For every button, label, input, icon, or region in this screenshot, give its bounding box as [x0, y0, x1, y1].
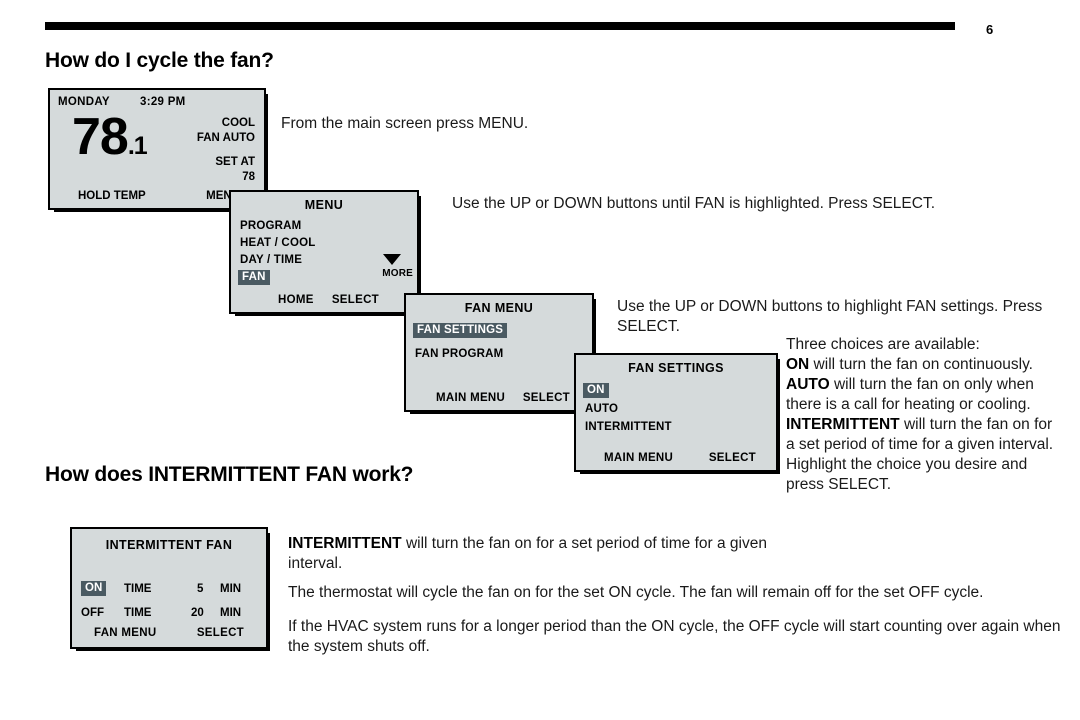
menu-softkey-home[interactable]: HOME: [278, 294, 314, 306]
header-rule: [45, 22, 955, 30]
temp-whole: 78: [72, 108, 129, 166]
menu-item-program[interactable]: PROGRAM: [240, 220, 301, 232]
menu-item-day-time[interactable]: DAY / TIME: [240, 254, 302, 266]
chevron-down-icon: [383, 254, 401, 265]
main-time-label: 3:29 PM: [140, 96, 186, 108]
fan-menu-title: FAN MENU: [464, 301, 534, 315]
page-number: 6: [986, 22, 994, 37]
menu-more-label: MORE: [382, 268, 413, 279]
choice-intermittent-label: INTERMITTENT: [786, 416, 900, 433]
menu-title: MENU: [304, 198, 344, 212]
choice-on-text: will turn the fan on continuously.: [809, 356, 1033, 373]
thermostat-fan-menu-screen: FAN MENU FAN SETTINGS FAN PROGRAM MAIN M…: [404, 293, 596, 414]
menu-item-label-highlighted: FAN: [238, 270, 270, 286]
choice-auto-label: AUTO: [786, 376, 830, 393]
fan-settings-softkey-main-menu[interactable]: MAIN MENU: [604, 452, 673, 464]
fan-settings-item-on[interactable]: ON: [583, 383, 609, 399]
fan-menu-item-fan-program[interactable]: FAN PROGRAM: [415, 348, 503, 360]
menu-item-heat-cool[interactable]: HEAT / COOL: [240, 237, 315, 249]
thermostat-menu-screen: MENU PROGRAM HEAT / COOL DAY / TIME FAN …: [229, 190, 421, 316]
paragraph-hvac: If the HVAC system runs for a longer per…: [288, 618, 1061, 655]
intermittent-on-row[interactable]: ON: [81, 581, 107, 597]
intermittent-on-time-unit: MIN: [220, 583, 242, 595]
fan-menu-softkey-select[interactable]: SELECT: [523, 392, 570, 404]
paragraph-cycle: The thermostat will cycle the fan on for…: [288, 584, 984, 601]
fan-menu-softkey-main-menu[interactable]: MAIN MENU: [436, 392, 505, 404]
temp-decimal: .1: [127, 132, 148, 160]
menu-item-fan[interactable]: FAN: [238, 270, 270, 286]
fan-menu-item-label-highlighted: FAN SETTINGS: [413, 323, 508, 339]
manual-page: 6 How do I cycle the fan? How does INTER…: [0, 0, 1080, 720]
menu-item-label: DAY / TIME: [240, 254, 303, 266]
fan-settings-item-label-highlighted: ON: [583, 383, 609, 399]
intermittent-softkey-select[interactable]: SELECT: [197, 627, 244, 639]
main-mode-label: COOL: [221, 117, 255, 129]
fan-settings-title: FAN SETTINGS: [628, 361, 724, 375]
paragraph-intermittent-definition: INTERMITTENT will turn the fan on for a …: [288, 534, 788, 574]
instruction-press-menu: From the main screen press MENU.: [281, 115, 529, 132]
menu-item-label: HEAT / COOL: [240, 237, 316, 249]
main-setat-value: 78: [242, 171, 255, 183]
page-title: How do I cycle the fan?: [45, 49, 274, 72]
fan-settings-item-intermittent[interactable]: INTERMITTENT: [585, 421, 672, 433]
fan-settings-softkey-select[interactable]: SELECT: [709, 452, 756, 464]
intermittent-softkey-fan-menu[interactable]: FAN MENU: [94, 627, 156, 639]
panel-shadow-bottom: [76, 647, 270, 651]
fan-menu-item-label: FAN PROGRAM: [415, 348, 504, 360]
thermostat-fan-settings-screen: FAN SETTINGS ON AUTO INTERMITTENT MAIN M…: [574, 353, 780, 474]
thermostat-intermittent-fan-screen: INTERMITTENT FAN ON TIME 5 MIN OFF TIME …: [70, 527, 270, 651]
instruction-updown-fan-settings: Use the UP or DOWN buttons to highlight …: [617, 298, 1043, 335]
intermittent-on-label-highlighted: ON: [81, 581, 107, 597]
main-fan-mode-label: FAN AUTO: [196, 132, 255, 144]
main-setat-label: SET AT: [215, 156, 255, 168]
menu-item-label: PROGRAM: [240, 220, 302, 232]
choices-intro: Three choices are available:: [786, 336, 980, 353]
intermittent-fan-title: INTERMITTENT FAN: [105, 538, 233, 552]
paragraph-intermittent-label: INTERMITTENT: [288, 535, 402, 552]
fan-settings-item-label: AUTO: [585, 403, 619, 415]
intermittent-off-time-label: TIME: [124, 607, 152, 619]
main-day-label: MONDAY: [58, 96, 110, 108]
fan-menu-item-fan-settings[interactable]: FAN SETTINGS: [413, 323, 508, 339]
panel-shadow-right: [266, 533, 270, 651]
fan-settings-item-auto[interactable]: AUTO: [585, 403, 618, 415]
intermittent-off-time-value[interactable]: 20: [191, 607, 204, 619]
panel-shadow-bottom: [235, 312, 421, 316]
panel-shadow-right: [776, 359, 780, 474]
instruction-updown-fan: Use the UP or DOWN buttons until FAN is …: [452, 195, 935, 212]
panel-shadow-bottom: [580, 470, 780, 474]
fan-settings-item-label: INTERMITTENT: [585, 421, 672, 433]
intermittent-off-time-unit: MIN: [220, 607, 242, 619]
section-title-intermittent: How does INTERMITTENT FAN work?: [45, 463, 414, 486]
main-softkey-hold-temp[interactable]: HOLD TEMP: [78, 190, 146, 202]
main-current-temperature: 78.1: [72, 108, 148, 172]
menu-softkey-select[interactable]: SELECT: [332, 294, 379, 306]
intermittent-on-time-label: TIME: [124, 583, 152, 595]
choice-on-label: ON: [786, 356, 810, 373]
intermittent-off-label[interactable]: OFF: [81, 607, 104, 619]
panel-shadow-bottom: [410, 410, 596, 414]
intermittent-on-time-value[interactable]: 5: [197, 583, 203, 595]
choices-description: Three choices are available: ON will tur…: [786, 335, 1056, 495]
